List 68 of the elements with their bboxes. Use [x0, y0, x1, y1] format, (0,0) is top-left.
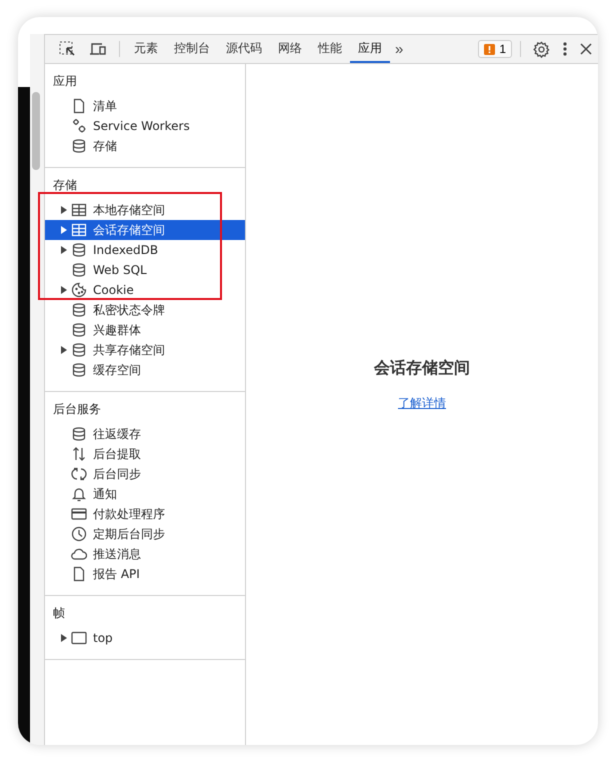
- card-icon: [71, 506, 87, 522]
- sidebar-item[interactable]: Service Workers: [45, 116, 245, 136]
- scrollbar-thumb[interactable]: [32, 92, 40, 170]
- clock-icon: [71, 526, 87, 542]
- sidebar-item[interactable]: Web SQL: [45, 260, 245, 280]
- sidebar-item[interactable]: IndexedDB: [45, 240, 245, 260]
- expand-arrow-icon[interactable]: [61, 226, 67, 234]
- sidebar-item[interactable]: 共享存储空间: [45, 340, 245, 360]
- panel-tab[interactable]: 控制台: [166, 35, 218, 63]
- database-icon: [71, 322, 87, 338]
- sidebar-item[interactable]: 通知: [45, 484, 245, 504]
- sidebar-item[interactable]: 兴趣群体: [45, 320, 245, 340]
- document-icon: [71, 566, 87, 582]
- cookie-icon: [71, 282, 87, 298]
- expand-arrow-icon[interactable]: [61, 286, 67, 294]
- panel-tab[interactable]: 性能: [310, 35, 350, 63]
- sidebar-item[interactable]: 存储: [45, 136, 245, 156]
- table-icon: [71, 202, 87, 218]
- up-down-arrows-icon: [71, 446, 87, 462]
- database-icon: [71, 138, 87, 154]
- sidebar-item[interactable]: Cookie: [45, 280, 245, 300]
- sidebar-item[interactable]: 往返缓存: [45, 424, 245, 444]
- sidebar-item[interactable]: 私密状态令牌: [45, 300, 245, 320]
- close-icon[interactable]: [580, 43, 592, 55]
- expand-arrow-icon[interactable]: [61, 634, 67, 642]
- device-icon[interactable]: [89, 41, 107, 57]
- database-icon: [71, 262, 87, 278]
- section-heading: 后台服务: [52, 401, 102, 418]
- sidebar-item[interactable]: 报告 API: [45, 564, 245, 584]
- learn-more-link[interactable]: 了解详情: [398, 394, 446, 412]
- sidebar-item[interactable]: 付款处理程序: [45, 504, 245, 524]
- more-options-icon[interactable]: [562, 41, 568, 57]
- bell-icon: [71, 486, 87, 502]
- database-icon: [71, 302, 87, 318]
- expand-arrow-icon[interactable]: [61, 346, 67, 354]
- sidebar-item[interactable]: 会话存储空间: [45, 220, 245, 240]
- database-icon: [71, 426, 87, 442]
- select-element-icon[interactable]: [59, 41, 77, 57]
- panel-title: 会话存储空间: [374, 358, 470, 378]
- database-icon: [71, 362, 87, 378]
- cloud-icon: [71, 546, 87, 562]
- expand-arrow-icon[interactable]: [61, 246, 67, 254]
- database-icon: [71, 242, 87, 258]
- table-icon: [71, 222, 87, 238]
- section-heading: 应用: [52, 73, 78, 90]
- document-icon: [71, 98, 87, 114]
- sidebar-item[interactable]: 后台提取: [45, 444, 245, 464]
- window-icon: [71, 630, 87, 646]
- sync-icon: [71, 466, 87, 482]
- sidebar-item[interactable]: 本地存储空间: [45, 200, 245, 220]
- panel-tab[interactable]: 网络: [270, 35, 310, 63]
- panel-tab[interactable]: 元素: [126, 35, 166, 63]
- section-heading: 帧: [52, 605, 66, 622]
- more-tabs-button[interactable]: »: [390, 40, 408, 58]
- sidebar-item[interactable]: 定期后台同步: [45, 524, 245, 544]
- sidebar-item[interactable]: top: [45, 628, 245, 648]
- warning-icon: [484, 44, 496, 54]
- sidebar-item[interactable]: 后台同步: [45, 464, 245, 484]
- settings-icon[interactable]: [533, 40, 550, 58]
- sidebar-item[interactable]: 缓存空间: [45, 360, 245, 380]
- database-icon: [71, 342, 87, 358]
- section-heading: 存储: [52, 177, 78, 194]
- issues-button[interactable]: 1: [478, 40, 512, 58]
- sidebar-item[interactable]: 清单: [45, 96, 245, 116]
- panel-tab[interactable]: 应用: [350, 35, 390, 63]
- sidebar-item[interactable]: 推送消息: [45, 544, 245, 564]
- panel-tab[interactable]: 源代码: [218, 35, 270, 63]
- expand-arrow-icon[interactable]: [61, 206, 67, 214]
